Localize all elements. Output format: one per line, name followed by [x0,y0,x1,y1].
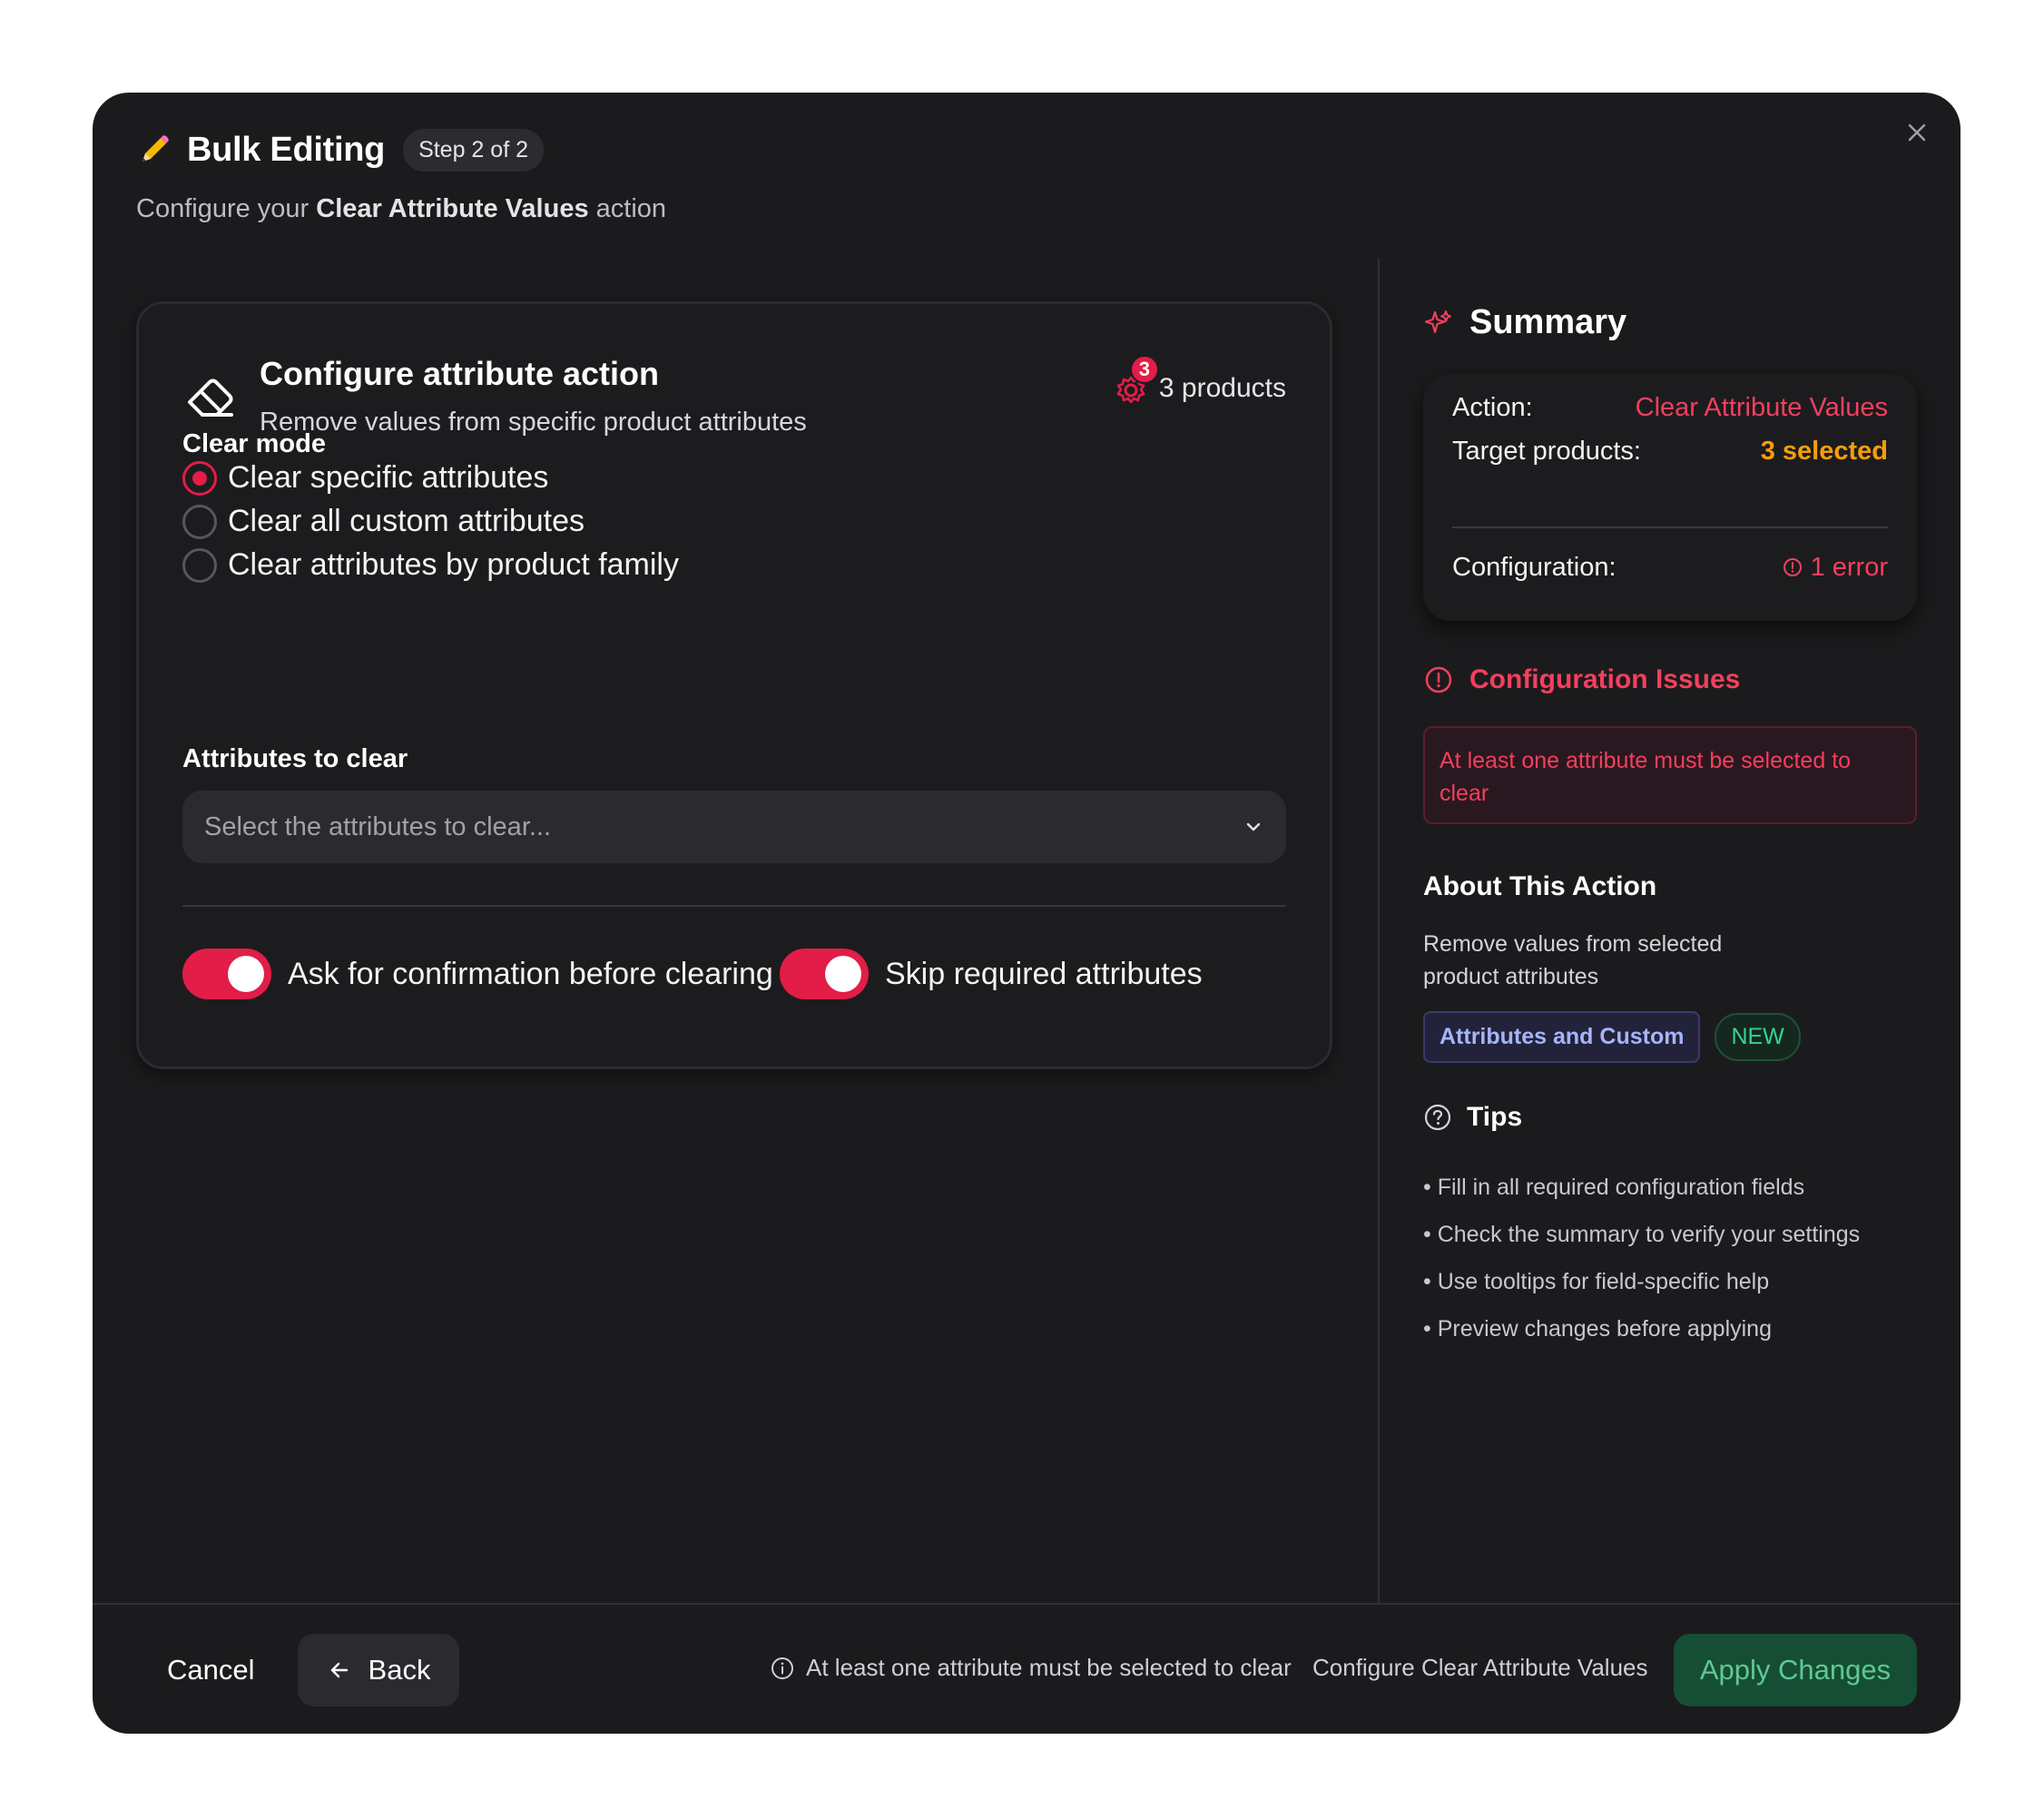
tip-item: • Check the summary to verify your setti… [1423,1222,1861,1247]
radio-button[interactable] [182,460,217,496]
tip-item: • Fill in all required configuration fie… [1423,1175,1805,1200]
back-button[interactable]: Back [298,1634,459,1706]
tip-text: Fill in all required configuration field… [1437,1175,1805,1200]
info-icon [771,1657,793,1679]
gear-icon: 3 [1112,355,1159,408]
radio-label: Clear all custom attributes [228,504,585,538]
modal-subtitle: Configure your Clear Attribute Values ac… [136,194,666,224]
card-divider [182,905,1286,907]
config-error-text: 1 error [1810,552,1888,582]
eraser-icon [182,369,239,426]
radio-button[interactable] [182,504,217,539]
configure-card: Configure attribute action Remove values… [136,301,1332,1069]
summary-header: Summary [1424,303,1626,342]
back-label: Back [368,1654,431,1686]
summary-config-key: Configuration: [1452,552,1617,582]
footer-message-text: At least one attribute must be selected … [806,1654,1292,1681]
radio-clear-all-custom[interactable]: Clear all custom attributes [182,504,585,539]
modal-header: Bulk Editing Step 2 of 2 Configure your … [136,125,666,224]
toggle-confirm-clearing[interactable]: Ask for confirmation before clearing [182,949,773,999]
toggle-label: Ask for confirmation before clearing [288,956,773,991]
subtitle-suffix: action [588,194,667,223]
summary-target-value: 3 selected [1760,436,1888,466]
radio-button[interactable] [182,547,217,583]
attributes-select[interactable]: Select the attributes to clear... [182,791,1286,863]
close-icon [1908,123,1926,142]
step-badge: Step 2 of 2 [403,128,544,172]
footer-validation-message: At least one attribute must be selected … [770,1654,1292,1682]
sparkles-icon [1424,310,1451,333]
alert-circle-icon [1783,558,1802,576]
issues-header: Configuration Issues [1424,664,1740,695]
summary-divider [1452,526,1888,528]
products-label: 3 products [1158,373,1286,403]
summary-action-row: Action: Clear Attribute Values [1452,390,1888,425]
summary-config-row: Configuration: 1 error [1452,550,1888,585]
pencil-icon [136,132,172,168]
arrow-left-icon [330,1662,348,1678]
tip-item: • Preview changes before applying [1423,1316,1772,1342]
summary-target-key: Target products: [1452,436,1641,466]
subtitle-prefix: Configure your [136,194,317,223]
toggle-skip-required[interactable]: Skip required attributes [780,949,1203,999]
radio-clear-by-family[interactable]: Clear attributes by product family [182,547,679,583]
tips-header: Tips [1423,1102,1522,1133]
cancel-button[interactable]: Cancel [156,1634,266,1706]
footer-configure-text: Configure Clear Attribute Values [1312,1654,1648,1681]
tip-item: • Use tooltips for field-specific help [1423,1269,1770,1294]
category-tag: Attributes and Custom [1423,1011,1701,1063]
tip-text: Check the summary to verify your setting… [1437,1222,1861,1247]
summary-config-value: 1 error [1782,553,1888,583]
clear-mode-label: Clear mode [182,429,326,458]
summary-action-value: Clear Attribute Values [1635,392,1888,422]
summary-action-key: Action: [1452,392,1533,422]
tips-list: • Fill in all required configuration fie… [1423,1164,1860,1352]
products-count: 3 3 products [1112,355,1286,408]
apply-changes-button[interactable]: Apply Changes [1674,1634,1917,1706]
radio-label: Clear specific attributes [228,460,549,495]
summary-title: Summary [1469,303,1627,341]
bulk-edit-modal: Bulk Editing Step 2 of 2 Configure your … [93,93,1960,1734]
about-description: Remove values from selected product attr… [1423,931,1723,989]
attributes-label: Attributes to clear [182,744,408,773]
attributes-placeholder: Select the attributes to clear... [204,811,552,841]
subtitle-action: Clear Attribute Values [316,194,589,223]
tips-title: Tips [1467,1102,1523,1132]
about-tags: Attributes and Custom NEW [1423,1011,1801,1063]
tip-text: Use tooltips for field-specific help [1437,1269,1770,1294]
radio-label: Clear attributes by product family [228,547,679,582]
new-badge: NEW [1715,1013,1801,1061]
radio-clear-specific[interactable]: Clear specific attributes [182,460,548,496]
confirm-toggle[interactable] [182,949,271,999]
card-description: Remove values from specific product attr… [260,408,807,437]
about-title: About This Action [1423,871,1657,901]
close-button[interactable] [1897,113,1937,152]
card-title: Configure attribute action [260,355,659,392]
column-divider [1378,258,1380,1603]
toggle-label: Skip required attributes [885,956,1203,991]
chevron-down-icon [1246,822,1261,831]
tip-text: Preview changes before applying [1437,1316,1772,1342]
summary-target-row: Target products: 3 selected [1452,434,1888,468]
summary-card: Action: Clear Attribute Values Target pr… [1423,374,1917,621]
alert-circle-icon [1425,666,1452,693]
products-badge: 3 [1129,355,1159,384]
help-circle-icon [1424,1104,1451,1131]
issues-title: Configuration Issues [1469,664,1741,694]
modal-title: Bulk Editing [187,130,386,169]
issue-message: At least one attribute must be selected … [1423,726,1917,824]
skip-required-toggle[interactable] [780,949,869,999]
